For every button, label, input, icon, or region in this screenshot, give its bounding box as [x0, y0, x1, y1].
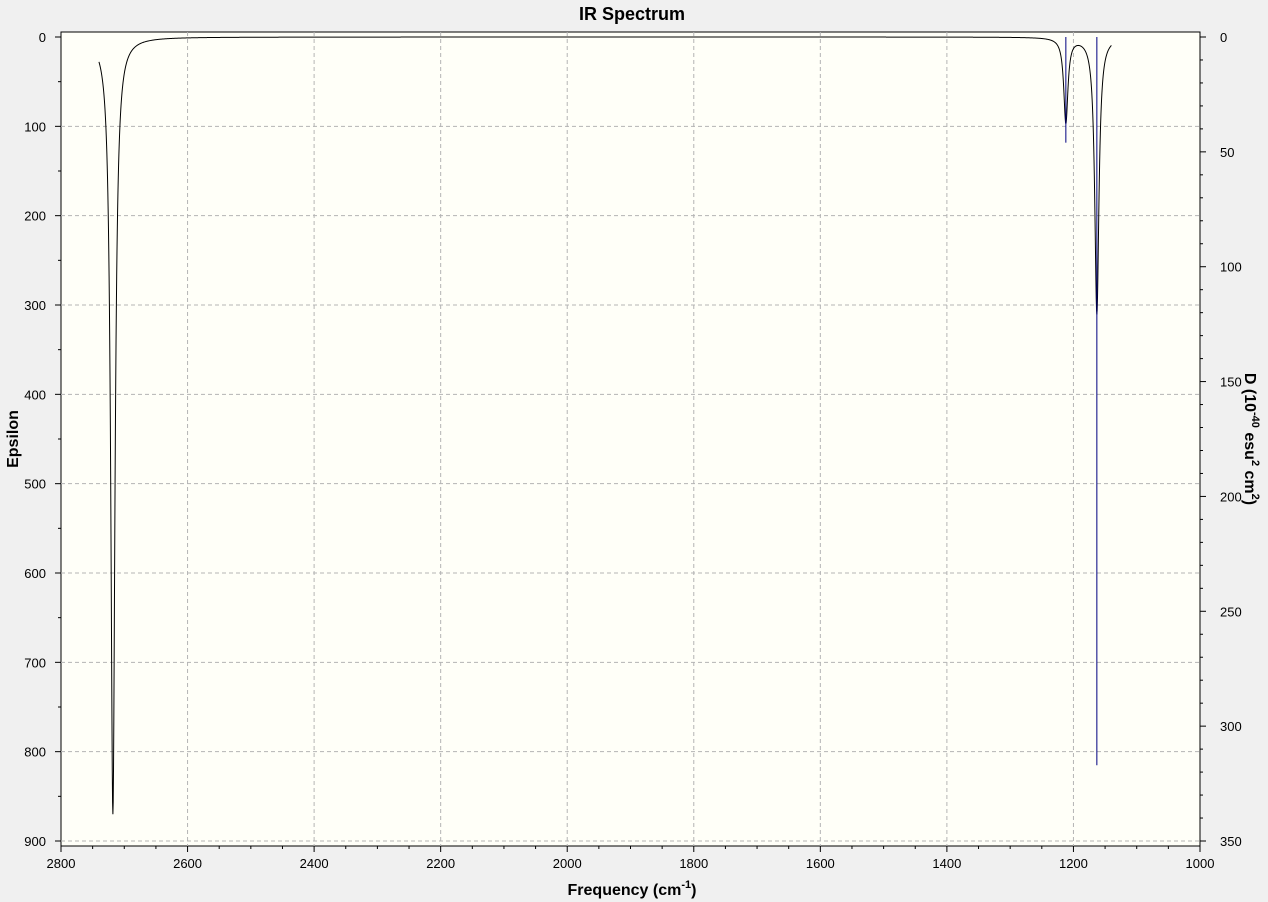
- x-tick-label: 2800: [47, 856, 76, 871]
- y2-tick-label: 350: [1220, 834, 1242, 849]
- y-tick-label: 0: [39, 30, 46, 45]
- x-tick-label: 1600: [806, 856, 835, 871]
- plot-background: [60, 31, 1201, 847]
- y2-tick-label: 100: [1220, 260, 1242, 275]
- x-axis-label: Frequency (cm-1): [568, 879, 697, 899]
- y2-tick-label: 200: [1220, 489, 1242, 504]
- y-tick-label: 800: [24, 745, 46, 760]
- y2-label-text: esu: [1241, 428, 1258, 460]
- y2-label-text: cm: [1241, 466, 1258, 494]
- y2-tick-label: 150: [1220, 375, 1242, 390]
- x-tick-label: 2200: [426, 856, 455, 871]
- y-tick-label: 200: [24, 209, 46, 224]
- y2-tick-label: 50: [1220, 145, 1234, 160]
- x-tick-label: 1200: [1059, 856, 1088, 871]
- y-axis-label: Epsilon: [5, 410, 22, 468]
- x-tick-label: 1800: [679, 856, 708, 871]
- y2-tick-label: 250: [1220, 604, 1242, 619]
- ir-spectrum-chart: 2800 2600 2400 2200 2000 1800 1600 1400 1200 1000…: [5, 4, 1261, 899]
- y-tick-label: 500: [24, 477, 46, 492]
- y-tick-label: 700: [24, 655, 46, 670]
- y-tick-label: 300: [24, 298, 46, 313]
- x-axis-label-tail: ): [691, 882, 696, 899]
- y-tick-label: 400: [24, 387, 46, 402]
- y-tick-label: 900: [24, 834, 46, 849]
- y2-label-text: ): [1241, 500, 1258, 505]
- y2-tick-label: 300: [1220, 719, 1242, 734]
- chart-title: IR Spectrum: [579, 4, 685, 24]
- x-tick-label: 1400: [932, 856, 961, 871]
- x-axis-label-superscript: -1: [681, 879, 691, 891]
- x-tick-label: 2400: [300, 856, 329, 871]
- y2-axis-label: D (10-40 esu2 cm2): [1241, 373, 1261, 505]
- y-tick-label: 600: [24, 566, 46, 581]
- x-tick-label: 2000: [553, 856, 582, 871]
- y2-label-superscript: -40: [1249, 412, 1261, 428]
- y-tick-label: 100: [24, 119, 46, 134]
- x-tick-label: 2600: [173, 856, 202, 871]
- x-tick-label: 1000: [1186, 856, 1215, 871]
- y2-tick-label: 0: [1220, 30, 1227, 45]
- x-axis-label-main: Frequency (cm: [568, 882, 682, 899]
- y2-label-text: D (10: [1241, 373, 1258, 412]
